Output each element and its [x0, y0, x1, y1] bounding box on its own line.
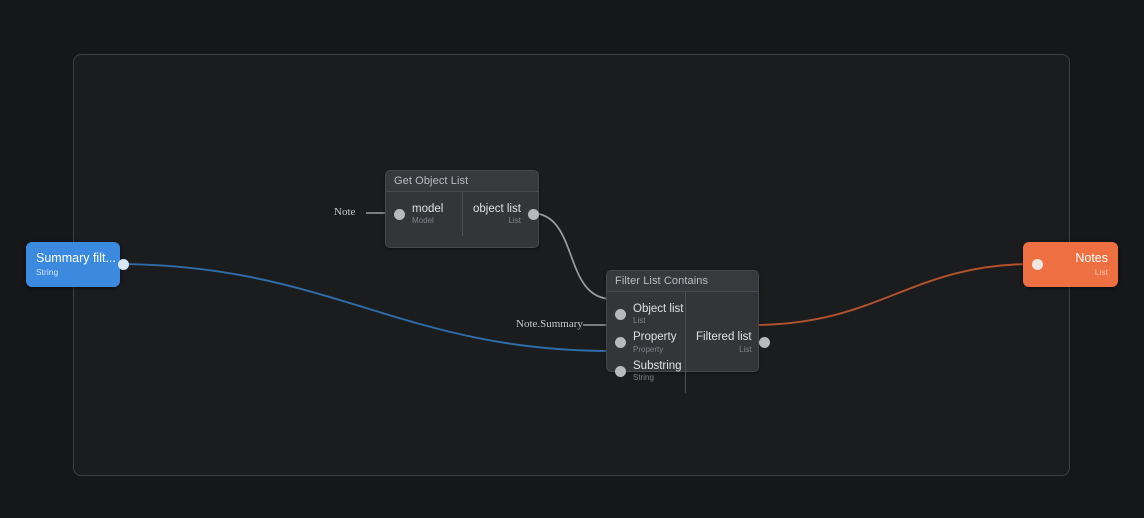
node-filter-list-contains-outputs: Filtered list List: [685, 292, 778, 393]
port-dot-object-list[interactable]: [528, 209, 539, 220]
node-summary-filter-labels: Summary filt... String: [36, 252, 116, 277]
port-dot-filtered-list[interactable]: [759, 337, 770, 348]
port-labels-object-list-in: Object list List: [633, 303, 684, 325]
port-dot-substring[interactable]: [615, 366, 626, 377]
port-name-model: model: [412, 203, 443, 215]
port-dot-object-list-in[interactable]: [615, 309, 626, 320]
port-dot-model[interactable]: [394, 209, 405, 220]
node-get-object-list-outputs: object list List: [462, 192, 547, 236]
node-graph-canvas[interactable]: Note Note.Summary Summary filt... String…: [0, 0, 1144, 518]
node-notes-labels: Notes List: [1075, 252, 1108, 277]
port-row-object-list-in[interactable]: Object list List: [607, 300, 685, 328]
port-name-object-list: object list: [473, 203, 521, 215]
port-row-substring[interactable]: Substring String: [607, 357, 685, 385]
node-get-object-list-inputs: model Model: [386, 192, 462, 236]
port-labels-model: model Model: [412, 203, 443, 225]
port-row-object-list[interactable]: object list List: [463, 200, 547, 228]
node-notes-title: Notes: [1075, 252, 1108, 266]
port-name-filtered-list: Filtered list: [696, 331, 752, 343]
node-get-object-list-body: model Model object list List: [386, 192, 538, 236]
port-type-property: Property: [633, 346, 676, 354]
node-summary-filter-type: String: [36, 268, 116, 277]
port-output-summary-filter[interactable]: [118, 259, 129, 270]
port-name-property: Property: [633, 331, 676, 343]
port-labels-object-list: object list List: [473, 203, 521, 225]
node-filter-list-contains-header[interactable]: Filter List Contains: [607, 271, 758, 292]
port-name-substring: Substring: [633, 360, 682, 372]
port-name-object-list-in: Object list: [633, 303, 684, 315]
port-type-object-list: List: [508, 217, 520, 225]
port-labels-filtered-list: Filtered list List: [696, 331, 752, 353]
node-summary-filter[interactable]: Summary filt... String: [26, 242, 120, 287]
binding-label-note-summary[interactable]: Note.Summary: [516, 318, 583, 330]
port-row-filtered-list[interactable]: Filtered list List: [686, 328, 778, 356]
port-type-model: Model: [412, 217, 443, 225]
node-notes-type: List: [1095, 268, 1108, 277]
port-labels-property: Property Property: [633, 331, 676, 353]
node-filter-list-contains-body: Object list List Property Property Subst…: [607, 292, 758, 393]
node-summary-filter-title: Summary filt...: [36, 252, 116, 266]
node-filter-list-contains-inputs: Object list List Property Property Subst…: [607, 292, 685, 393]
node-get-object-list[interactable]: Get Object List model Model object list …: [385, 170, 539, 248]
node-notes[interactable]: Notes List: [1023, 242, 1118, 287]
port-row-model[interactable]: model Model: [386, 200, 462, 228]
binding-label-note[interactable]: Note: [334, 206, 355, 218]
port-type-substring: String: [633, 374, 682, 382]
port-dot-property[interactable]: [615, 337, 626, 348]
group-frame[interactable]: [73, 54, 1070, 476]
port-type-filtered-list: List: [739, 346, 751, 354]
node-get-object-list-header[interactable]: Get Object List: [386, 171, 538, 192]
port-input-notes[interactable]: [1032, 259, 1043, 270]
port-type-object-list-in: List: [633, 317, 684, 325]
node-filter-list-contains[interactable]: Filter List Contains Object list List Pr…: [606, 270, 759, 372]
port-labels-substring: Substring String: [633, 360, 682, 382]
port-row-property[interactable]: Property Property: [607, 328, 685, 356]
